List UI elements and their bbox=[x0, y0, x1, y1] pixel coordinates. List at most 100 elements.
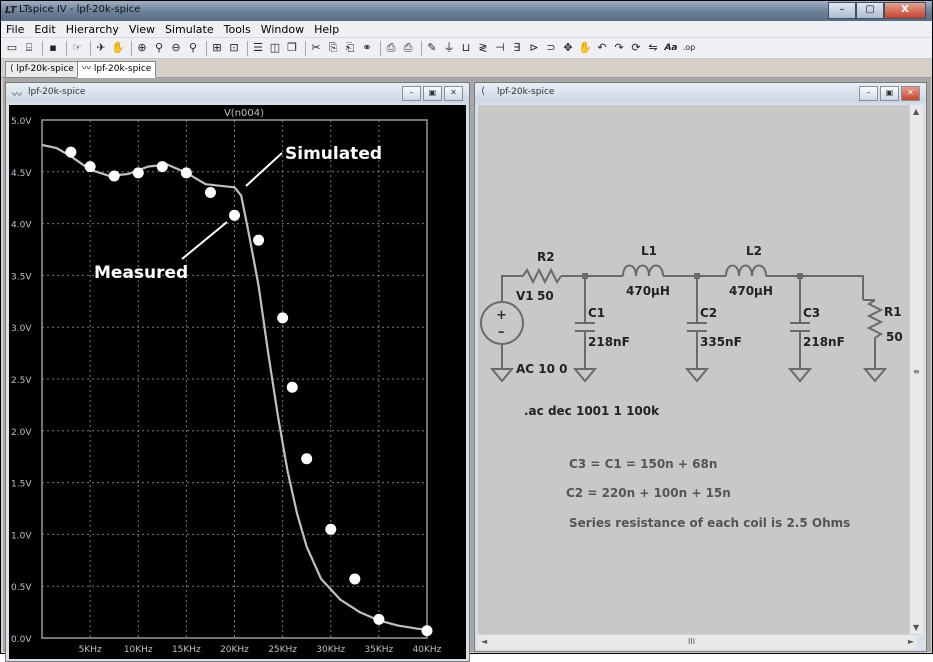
scroll-up-icon[interactable]: ▲ bbox=[913, 107, 919, 116]
mark-icon[interactable]: ⊡ bbox=[227, 41, 241, 55]
v1-name[interactable]: V1 bbox=[516, 289, 534, 303]
c2-value[interactable]: 335nF bbox=[700, 335, 742, 349]
zoom-fit-icon[interactable]: ⚲ bbox=[186, 41, 200, 55]
inductor-l2[interactable] bbox=[725, 264, 767, 277]
measured-point[interactable] bbox=[349, 573, 361, 585]
measured-point[interactable] bbox=[132, 167, 144, 179]
menu-hierarchy[interactable]: Hierarchy bbox=[61, 23, 124, 36]
schematic-canvas[interactable]: + – R2 50 L1 470µH L2 470µH V1 AC 10 0 C… bbox=[478, 105, 916, 634]
note-coil-resistance[interactable]: Series resistance of each coil is 2.5 Oh… bbox=[569, 516, 850, 530]
label-icon[interactable]: ⊔ bbox=[459, 41, 473, 55]
wire-l2-r1[interactable] bbox=[766, 275, 864, 300]
schematic-vertical-scrollbar[interactable]: ▲ ≡ ▼ bbox=[909, 105, 923, 634]
c1-value[interactable]: 218nF bbox=[588, 335, 630, 349]
scroll-down-icon[interactable]: ▼ bbox=[913, 623, 919, 632]
print-icon[interactable]: ⎙ bbox=[401, 41, 415, 55]
resistor-r1[interactable] bbox=[866, 299, 884, 369]
scroll-left-icon[interactable]: ◄ bbox=[481, 637, 487, 646]
measured-point[interactable] bbox=[373, 613, 385, 625]
halt-icon[interactable]: ✋ bbox=[111, 41, 125, 55]
mirror-icon[interactable]: ⇋ bbox=[646, 41, 660, 55]
r2-name[interactable]: R2 bbox=[537, 250, 555, 264]
capacitor-c2[interactable] bbox=[687, 276, 707, 369]
maximize-button[interactable]: ▢ bbox=[856, 2, 884, 19]
measured-point[interactable] bbox=[253, 234, 265, 246]
measured-point[interactable] bbox=[84, 161, 96, 173]
measured-point[interactable] bbox=[277, 312, 289, 324]
waveform-minimize-button[interactable]: – bbox=[402, 86, 421, 101]
measured-point[interactable] bbox=[301, 453, 313, 465]
l1-name[interactable]: L1 bbox=[641, 244, 657, 258]
tab-waveform[interactable]: 〰 lpf-20k-spice bbox=[77, 61, 157, 78]
resistor-r2[interactable] bbox=[522, 267, 562, 285]
schematic-minimize-button[interactable]: – bbox=[859, 86, 878, 101]
measured-point[interactable] bbox=[156, 161, 168, 173]
trace-name[interactable]: V(n004) bbox=[224, 108, 264, 119]
l2-value[interactable]: 470µH bbox=[729, 284, 773, 298]
v1-value[interactable]: AC 10 0 bbox=[516, 362, 568, 376]
undo-icon[interactable]: ↶ bbox=[595, 41, 609, 55]
diode-icon[interactable]: ⊳ bbox=[527, 41, 541, 55]
redo-icon[interactable]: ↷ bbox=[612, 41, 626, 55]
copy-icon[interactable]: ⎘ bbox=[326, 41, 340, 55]
measured-point[interactable] bbox=[108, 170, 120, 182]
schematic-drawing[interactable]: + – R2 50 L1 470µH L2 470µH V1 AC 10 0 C… bbox=[478, 105, 916, 634]
paste-icon[interactable]: ⎗ bbox=[343, 41, 357, 55]
waveform-chart[interactable]: V(n004) 5KHz 10KHz 15KHz 20KHz 25KHz 30KHz 35K… bbox=[9, 105, 466, 659]
tile-horizontal-icon[interactable]: ☰ bbox=[251, 41, 265, 55]
zoom-pan-icon[interactable]: ⚲ bbox=[152, 41, 166, 55]
tab-schematic[interactable]: ⟨ lpf-20k-spice bbox=[5, 61, 79, 78]
r1-value[interactable]: 50 bbox=[886, 330, 903, 344]
measured-point[interactable] bbox=[286, 381, 298, 393]
open-icon[interactable]: ⌸ bbox=[22, 41, 36, 55]
menu-file[interactable]: File bbox=[1, 23, 29, 36]
inductor-icon[interactable]: ∃ bbox=[510, 41, 524, 55]
note-c2[interactable]: C2 = 220n + 100n + 15n bbox=[566, 486, 731, 500]
measured-point[interactable] bbox=[421, 625, 433, 637]
zoom-in-icon[interactable]: ⊕ bbox=[135, 41, 149, 55]
note-c3-c1[interactable]: C3 = C1 = 150n + 68n bbox=[569, 457, 717, 471]
l2-name[interactable]: L2 bbox=[746, 244, 762, 258]
spice-directive[interactable]: .ac dec 1001 1 100k bbox=[524, 404, 660, 418]
move-icon[interactable]: ✥ bbox=[561, 41, 575, 55]
spice-directive-icon[interactable]: .op bbox=[682, 41, 696, 55]
control-panel-icon[interactable]: ☞ bbox=[70, 41, 84, 55]
r1-name[interactable]: R1 bbox=[884, 305, 902, 319]
menu-simulate[interactable]: Simulate bbox=[160, 23, 219, 36]
cut-icon[interactable]: ✂ bbox=[309, 41, 323, 55]
schematic-window-titlebar[interactable]: ⟨ lpf-20k-spice – ▣ ✕ bbox=[475, 83, 926, 103]
wire-v1-r2[interactable] bbox=[501, 275, 523, 277]
close-button[interactable]: X bbox=[884, 2, 926, 19]
new-schematic-icon[interactable]: ▭ bbox=[5, 41, 19, 55]
component-icon[interactable]: ⊃ bbox=[544, 41, 558, 55]
scroll-right-icon[interactable]: ► bbox=[908, 637, 914, 646]
run-icon[interactable]: ✈ bbox=[94, 41, 108, 55]
wire-icon[interactable]: ✎ bbox=[425, 41, 439, 55]
schematic-close-button[interactable]: ✕ bbox=[901, 86, 920, 101]
c3-value[interactable]: 218nF bbox=[803, 335, 845, 349]
text-icon[interactable]: Aa bbox=[663, 41, 679, 55]
resistor-icon[interactable]: ≷ bbox=[476, 41, 490, 55]
menu-help[interactable]: Help bbox=[309, 23, 344, 36]
print-setup-icon[interactable]: ⎙ bbox=[384, 41, 398, 55]
ground-icon[interactable]: ⏚ bbox=[442, 41, 456, 55]
measured-point[interactable] bbox=[325, 523, 337, 535]
waveform-close-button[interactable]: ✕ bbox=[444, 86, 463, 101]
menu-edit[interactable]: Edit bbox=[29, 23, 60, 36]
find-icon[interactable]: ⚭ bbox=[360, 41, 374, 55]
rotate-icon[interactable]: ⟳ bbox=[629, 41, 643, 55]
r2-value[interactable]: 50 bbox=[537, 289, 554, 303]
schematic-restore-button[interactable]: ▣ bbox=[880, 86, 899, 101]
capacitor-c1[interactable] bbox=[575, 276, 595, 369]
l1-value[interactable]: 470µH bbox=[626, 284, 670, 298]
minimize-button[interactable]: – bbox=[828, 2, 856, 19]
save-icon[interactable]: ▪ bbox=[46, 41, 60, 55]
drag-icon[interactable]: ✋ bbox=[578, 41, 592, 55]
capacitor-icon[interactable]: ⊣ bbox=[493, 41, 507, 55]
zoom-out-icon[interactable]: ⊖ bbox=[169, 41, 183, 55]
measured-point[interactable] bbox=[180, 167, 192, 179]
menu-window[interactable]: Window bbox=[256, 23, 309, 36]
waveform-plot[interactable]: V(n004) 5KHz 10KHz 15KHz 20KHz 25KHz 30KHz 35K… bbox=[9, 105, 466, 659]
c2-name[interactable]: C2 bbox=[700, 306, 717, 320]
inductor-l1[interactable] bbox=[622, 264, 664, 277]
